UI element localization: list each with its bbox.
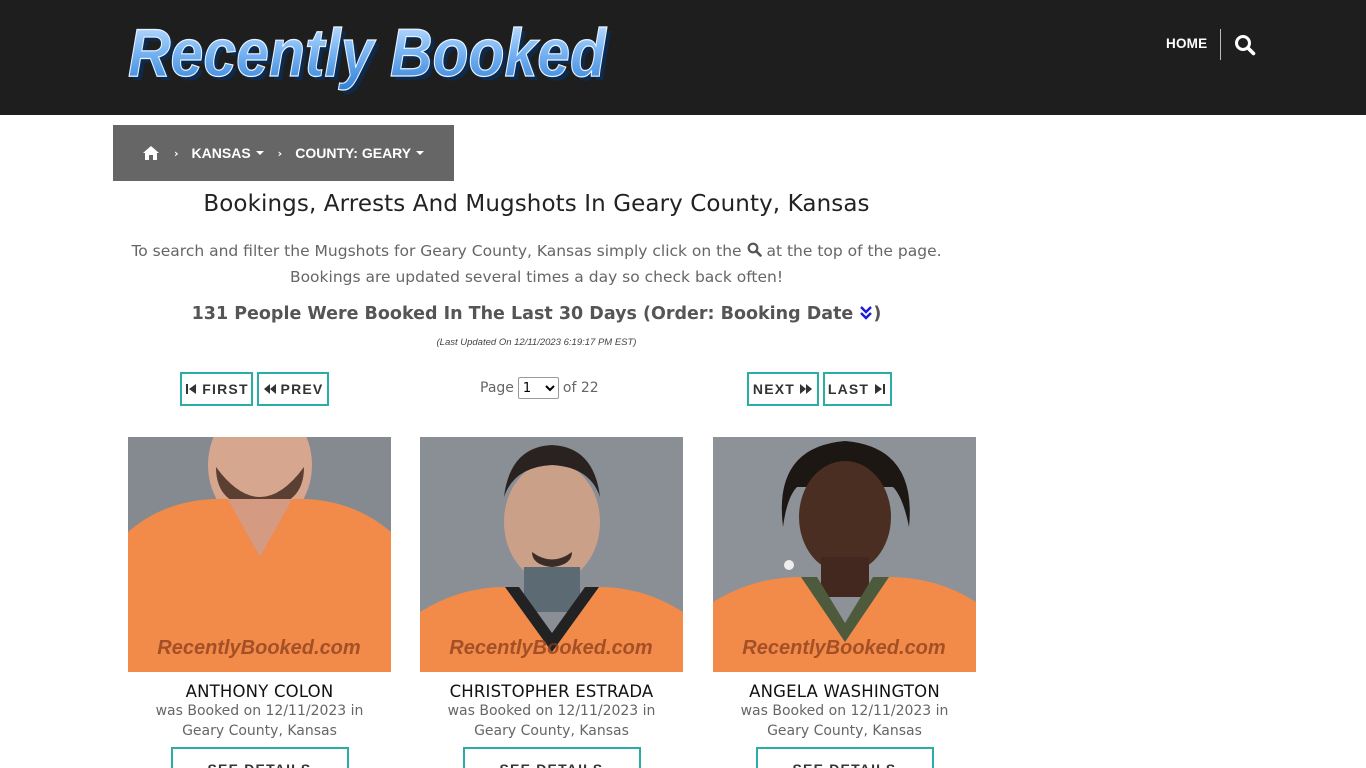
site-header: Recently Booked Recently Booked HOME [0, 0, 1366, 115]
page-select[interactable]: 1 [517, 377, 559, 399]
mugshot-image[interactable]: RecentlyBooked.com [713, 437, 976, 672]
see-details-button[interactable]: SEE DETAILS [755, 747, 934, 768]
booking-info: was Booked on 12/11/2023 in Geary County… [447, 703, 656, 739]
mugshot-image[interactable]: RecentlyBooked.com [128, 437, 391, 672]
booking-count-text: 131 People Were Booked In The Last 30 Da… [191, 304, 854, 324]
booking-info: was Booked on 12/11/2023 in Geary County… [740, 703, 949, 739]
booking-card: RecentlyBooked.com CHRISTOPHER ESTRADA w… [420, 437, 683, 768]
person-name: ANGELA WASHINGTON [749, 682, 940, 701]
last-updated: (Last Updated On 12/11/2023 6:19:17 PM E… [436, 337, 637, 348]
booking-card: RecentlyBooked.com ANTHONY COLON was Boo… [128, 437, 391, 768]
intro-text: To search and filter the Mugshots for Ge… [113, 238, 960, 290]
page-selector: Page 1 of 22 [480, 377, 599, 399]
breadcrumb-county-label: COUNTY: GEARY [295, 145, 412, 161]
last-page-label: LAST [827, 381, 870, 397]
person-name: CHRISTOPHER ESTRADA [449, 682, 654, 701]
caret-down-icon [416, 151, 425, 155]
mugshot-image[interactable]: RecentlyBooked.com [420, 437, 683, 672]
svg-text:RecentlyBooked.com: RecentlyBooked.com [157, 637, 360, 659]
person-name: ANTHONY COLON [185, 682, 334, 701]
see-details-button[interactable]: SEE DETAILS [462, 747, 641, 768]
svg-text:Recently Booked: Recently Booked [128, 15, 607, 91]
intro-text-part1: To search and filter the Mugshots for Ge… [131, 242, 742, 260]
search-icon[interactable] [1234, 34, 1256, 56]
step-backward-icon [186, 384, 197, 394]
home-icon[interactable] [142, 145, 160, 161]
search-icon [747, 239, 762, 257]
svg-text:RecentlyBooked.com: RecentlyBooked.com [449, 637, 652, 659]
page-total-label: of 22 [562, 380, 599, 396]
breadcrumb-county[interactable]: COUNTY: GEARY [295, 145, 425, 161]
nav-home-link[interactable]: HOME [1166, 36, 1207, 51]
booking-count-close: ) [873, 304, 882, 324]
sort-order-icon[interactable] [859, 305, 873, 321]
breadcrumb-state[interactable]: KANSAS [192, 145, 264, 161]
nav-divider [1220, 29, 1221, 60]
first-page-button[interactable]: FIRST [180, 372, 253, 406]
prev-page-label: PREV [280, 381, 324, 397]
first-page-label: FIRST [202, 381, 249, 397]
chevron-right-icon: › [277, 146, 283, 160]
page-label: Page [480, 380, 514, 396]
last-page-button[interactable]: LAST [823, 372, 892, 406]
breadcrumb-state-label: KANSAS [191, 145, 251, 161]
forward-icon [800, 384, 813, 394]
site-logo[interactable]: Recently Booked Recently Booked [126, 14, 616, 94]
page-title: Bookings, Arrests And Mugshots In Geary … [203, 191, 870, 217]
see-details-button[interactable]: SEE DETAILS [170, 747, 349, 768]
breadcrumb: › KANSAS › COUNTY: GEARY [113, 125, 454, 181]
backward-icon [263, 384, 276, 394]
caret-down-icon [255, 151, 264, 155]
booking-count: 131 People Were Booked In The Last 30 Da… [113, 304, 960, 324]
chevron-right-icon: › [174, 146, 179, 160]
svg-text:RecentlyBooked.com: RecentlyBooked.com [742, 637, 945, 659]
booking-info: was Booked on 12/11/2023 in Geary County… [155, 703, 364, 739]
next-page-button[interactable]: NEXT [747, 372, 819, 406]
prev-page-button[interactable]: PREV [257, 372, 329, 406]
logo-graphic: Recently Booked Recently Booked [127, 14, 611, 94]
next-page-label: NEXT [752, 381, 796, 397]
step-forward-icon [875, 384, 886, 394]
booking-card: RecentlyBooked.com ANGELA WASHINGTON was… [713, 437, 976, 768]
